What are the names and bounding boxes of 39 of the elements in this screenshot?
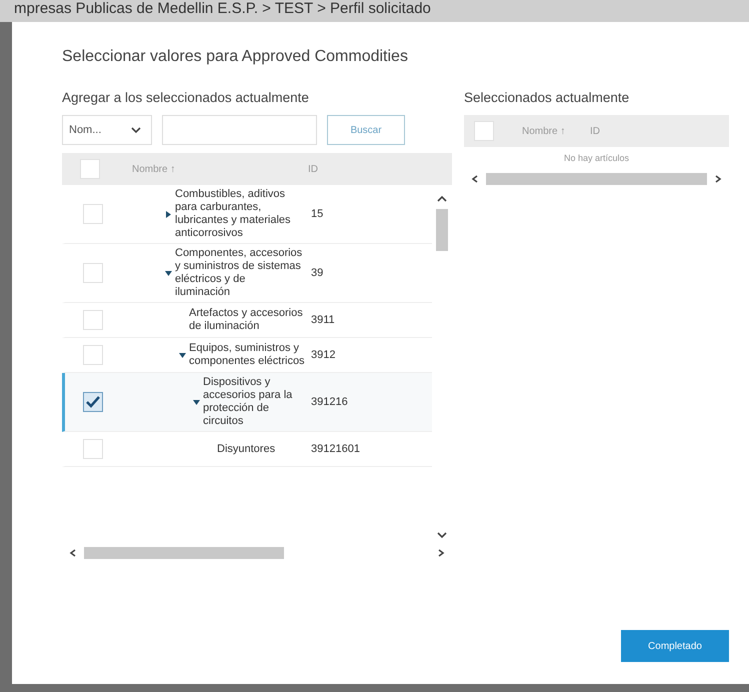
item-name: Disyuntores xyxy=(217,442,276,456)
tree-row[interactable]: Dispositivos y accesorios para la protección de circuitos 391216 xyxy=(62,373,432,432)
section-heading: Agregar a los seleccionados actualmente xyxy=(62,90,310,105)
caret-right-icon[interactable] xyxy=(164,210,172,218)
check-icon xyxy=(85,395,101,409)
search-field[interactable] xyxy=(162,115,317,145)
chevron-down-icon[interactable] xyxy=(131,126,141,134)
item-name: Combustibles, aditivos para carburantes, lubricantes y materiales anticorrosivos xyxy=(175,188,292,240)
dialog-title: Seleccionar valores para Approved Commodities xyxy=(62,48,409,66)
scroll-left-icon[interactable] xyxy=(470,175,480,183)
section-heading: Seleccionados actualmente xyxy=(464,90,630,105)
item-name: Equipos, suministros y componentes eléctricos xyxy=(189,342,306,368)
scrollbar-thumb[interactable] xyxy=(84,547,284,559)
empty-message: No hay artículos xyxy=(562,152,630,165)
done-button[interactable]: Completado xyxy=(621,630,729,662)
scroll-up-icon[interactable] xyxy=(437,195,447,203)
item-id: 39121601 xyxy=(311,443,361,455)
scroll-left-icon[interactable] xyxy=(68,549,78,557)
breadcrumb: mpresas Publicas de Medellin E.S.P. > TEST > Perfil solicitado xyxy=(13,0,432,19)
scroll-right-icon[interactable] xyxy=(713,175,723,183)
item-id: 391216 xyxy=(311,396,349,408)
row-checkbox[interactable] xyxy=(83,392,103,412)
item-id: 3911 xyxy=(311,314,336,326)
item-name: Dispositivos y accesorios para la protección de circuitos xyxy=(203,376,294,428)
select-all-checkbox[interactable] xyxy=(80,159,100,179)
scroll-down-icon[interactable] xyxy=(437,531,447,539)
scrollbar-thumb[interactable] xyxy=(486,173,707,185)
item-name: Artefactos y accesorios de iluminación xyxy=(189,307,304,333)
select-all-checkbox[interactable] xyxy=(474,121,494,141)
scroll-right-icon[interactable] xyxy=(436,549,446,557)
item-id: 39 xyxy=(311,267,324,279)
caret-down-icon[interactable] xyxy=(164,270,172,276)
item-name: Componentes, accesorios y suministros de sistemas eléctricos y de iluminación xyxy=(175,247,303,299)
filter-dropdown[interactable]: Nom... xyxy=(62,115,152,145)
caret-down-icon[interactable] xyxy=(192,398,200,406)
scrollbar-thumb[interactable] xyxy=(436,209,448,251)
item-id: 15 xyxy=(311,208,324,220)
item-id: 3912 xyxy=(311,349,336,361)
caret-down-icon[interactable] xyxy=(178,352,186,358)
